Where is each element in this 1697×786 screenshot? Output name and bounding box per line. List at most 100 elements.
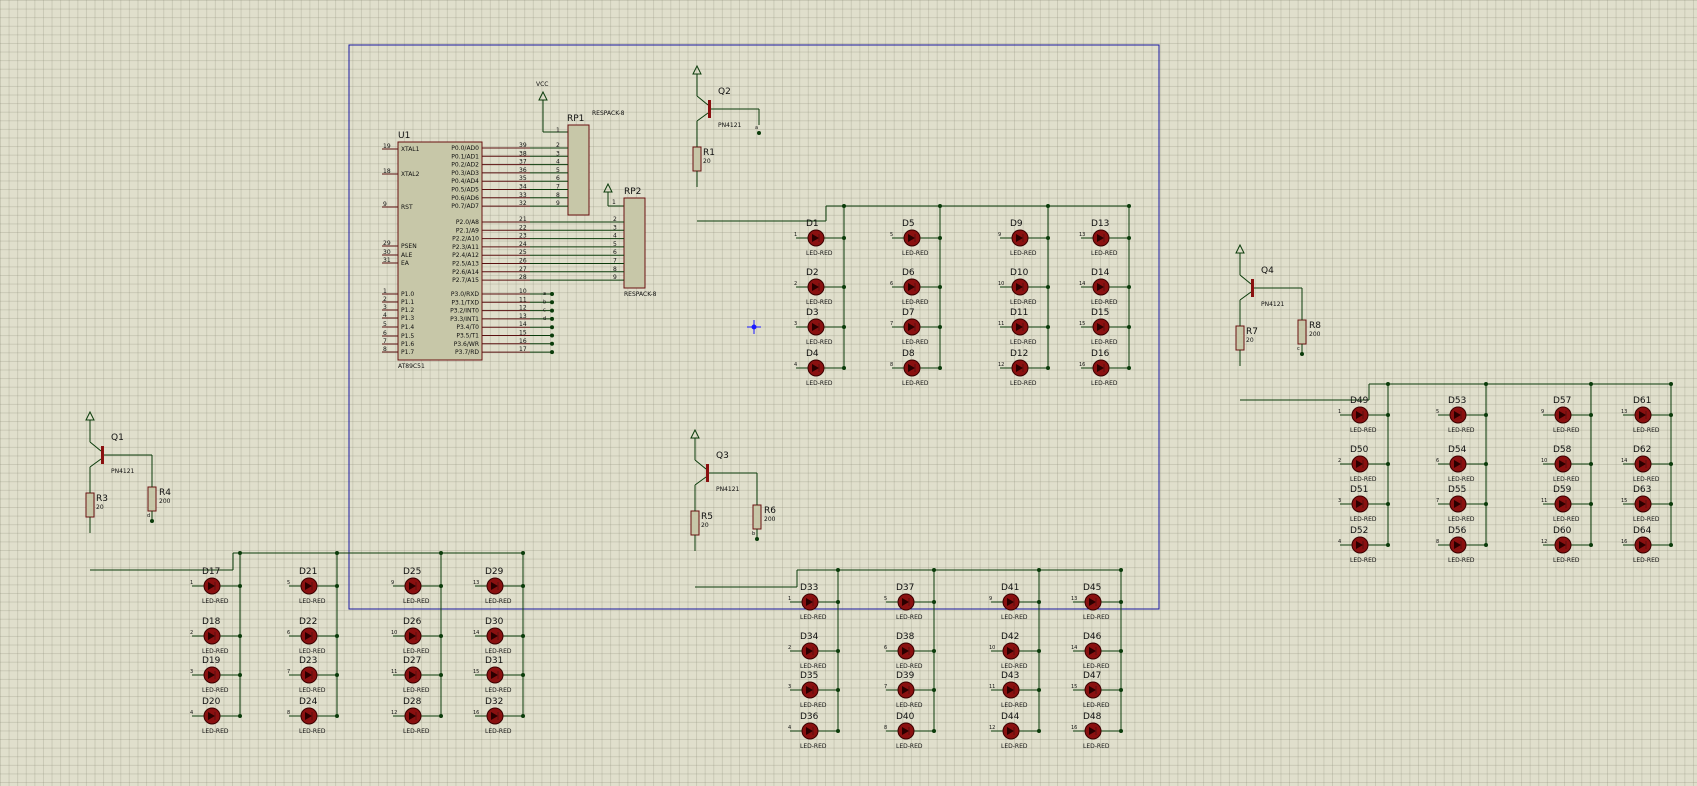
led-part: LED-RED	[1448, 427, 1475, 434]
led[interactable]: D43 LED-RED 11	[989, 671, 1041, 709]
led-part: LED-RED	[806, 339, 833, 346]
led[interactable]: D15 LED-RED 15	[1079, 308, 1131, 346]
led[interactable]: D58 LED-RED 10	[1541, 445, 1593, 483]
led[interactable]: D64 LED-RED 16	[1621, 526, 1673, 564]
led[interactable]: D39 LED-RED 7	[884, 671, 936, 709]
led[interactable]: D6 LED-RED 6	[890, 268, 942, 306]
led[interactable]: D63 LED-RED 15	[1621, 485, 1673, 523]
led[interactable]: D13 LED-RED 13	[1079, 219, 1131, 257]
led[interactable]: D19 LED-RED 3	[190, 656, 242, 694]
led[interactable]: D8 LED-RED 8	[890, 349, 942, 387]
led[interactable]: D14 LED-RED 14	[1079, 268, 1131, 306]
led[interactable]: D51 LED-RED 3	[1338, 485, 1390, 523]
led-pin-label: 16	[1621, 539, 1627, 545]
transistor-q2[interactable]: Q2 PN4121 R120 a	[692, 64, 761, 187]
led[interactable]: D42 LED-RED 10	[989, 632, 1041, 670]
led[interactable]: D41 LED-RED 9	[989, 583, 1041, 621]
led-pin-label: 4	[794, 362, 797, 368]
led[interactable]: D54 LED-RED 6	[1436, 445, 1488, 483]
led[interactable]: D52 LED-RED 4	[1338, 526, 1390, 564]
led[interactable]: D1 LED-RED 1	[794, 219, 846, 257]
led[interactable]: D7 LED-RED 7	[890, 308, 942, 346]
led-ref: D25	[403, 567, 421, 577]
led[interactable]: D35 LED-RED 3	[788, 671, 840, 709]
led[interactable]: D62 LED-RED 14	[1621, 445, 1673, 483]
rp1-part: RESPACK-8	[592, 110, 625, 117]
led[interactable]: D12 LED-RED 12	[998, 349, 1050, 387]
led[interactable]: D61 LED-RED 13	[1621, 396, 1673, 434]
led-part: LED-RED	[299, 687, 326, 694]
mcu-left-pin-num: 8	[383, 346, 387, 353]
mcu-right-pin-num: 32	[519, 200, 527, 207]
led-part: LED-RED	[1633, 427, 1660, 434]
collector-tag: a	[755, 125, 758, 131]
transistor-q1[interactable]: Q1 PN4121 R320 R4200 d	[85, 410, 171, 533]
led[interactable]: D44 LED-RED 12	[989, 712, 1041, 750]
led[interactable]: D11 LED-RED 11	[998, 308, 1050, 346]
led[interactable]: D21 LED-RED 5	[287, 567, 339, 605]
led[interactable]: D48 LED-RED 16	[1071, 712, 1123, 750]
led[interactable]: D45 LED-RED 13	[1071, 583, 1123, 621]
led[interactable]: D34 LED-RED 2	[788, 632, 840, 670]
respack-rp2[interactable]: RP2 RESPACK-8 1 23456789	[530, 182, 657, 298]
led-pin-label: 13	[1071, 596, 1077, 602]
transistor-q4[interactable]: Q4 PN4121 R720 R8200 c	[1235, 243, 1321, 366]
led[interactable]: D49 LED-RED 1	[1338, 396, 1390, 434]
led[interactable]: D9 LED-RED 9	[998, 219, 1050, 257]
led[interactable]: D5 LED-RED 5	[890, 219, 942, 257]
mcu-right-pin-name: P0.0/AD0	[451, 145, 479, 152]
led[interactable]: D27 LED-RED 11	[391, 656, 443, 694]
led[interactable]: D28 LED-RED 12	[391, 697, 443, 735]
led[interactable]: D26 LED-RED 10	[391, 617, 443, 655]
mcu-right-pin-num: 15	[519, 330, 527, 337]
led-part: LED-RED	[1010, 380, 1037, 387]
led[interactable]: D3 LED-RED 3	[794, 308, 846, 346]
led[interactable]: D32 LED-RED 16	[473, 697, 525, 735]
led[interactable]: D59 LED-RED 11	[1541, 485, 1593, 523]
led-pin-label: 14	[1079, 281, 1085, 287]
schematic-canvas[interactable]: U1 AT89C51 19 XTAL1 18 XTAL2 9 RST 29 PSEN 30 ALE…	[0, 0, 1697, 786]
led[interactable]: D10 LED-RED 10	[998, 268, 1050, 306]
led-part: LED-RED	[1091, 299, 1118, 306]
led[interactable]: D22 LED-RED 6	[287, 617, 339, 655]
led[interactable]: D56 LED-RED 8	[1436, 526, 1488, 564]
led[interactable]: D33 LED-RED 1	[788, 583, 840, 621]
mcu-right-pin-num: 14	[519, 321, 527, 328]
led[interactable]: D47 LED-RED 15	[1071, 671, 1123, 709]
led-pin-label: 3	[190, 669, 193, 675]
led[interactable]: D17 LED-RED 1	[190, 567, 242, 605]
led[interactable]: D50 LED-RED 2	[1338, 445, 1390, 483]
led[interactable]: D2 LED-RED 2	[794, 268, 846, 306]
led[interactable]: D55 LED-RED 7	[1436, 485, 1488, 523]
led[interactable]: D31 LED-RED 15	[473, 656, 525, 694]
led[interactable]: D46 LED-RED 14	[1071, 632, 1123, 670]
led-pin-label: 8	[884, 725, 887, 731]
led[interactable]: D4 LED-RED 4	[794, 349, 846, 387]
transistor-q3[interactable]: Q3 PN4121 R520 R6200 b	[690, 428, 776, 551]
led[interactable]: D29 LED-RED 13	[473, 567, 525, 605]
led[interactable]: D53 LED-RED 5	[1436, 396, 1488, 434]
led-ref: D54	[1448, 445, 1467, 455]
led[interactable]: D25 LED-RED 9	[391, 567, 443, 605]
led[interactable]: D20 LED-RED 4	[190, 697, 242, 735]
led[interactable]: D57 LED-RED 9	[1541, 396, 1593, 434]
led[interactable]: D36 LED-RED 4	[788, 712, 840, 750]
led-pin-label: 15	[1621, 498, 1627, 504]
led-ref: D36	[800, 712, 819, 722]
led[interactable]: D38 LED-RED 6	[884, 632, 936, 670]
mcu-u1[interactable]: U1 AT89C51 19 XTAL118 XTAL29 RST29 PSEN30 ALE…	[382, 131, 530, 370]
led[interactable]: D40 LED-RED 8	[884, 712, 936, 750]
schematic-svg[interactable]: U1 AT89C51 19 XTAL118 XTAL29 RST29 PSEN30 ALE…	[0, 0, 1697, 786]
rp2-part: RESPACK-8	[624, 291, 657, 298]
led-ref: D60	[1553, 526, 1572, 536]
led[interactable]: D37 LED-RED 5	[884, 583, 936, 621]
led[interactable]: D60 LED-RED 12	[1541, 526, 1593, 564]
led[interactable]: D24 LED-RED 8	[287, 697, 339, 735]
led[interactable]: D23 LED-RED 7	[287, 656, 339, 694]
led[interactable]: D30 LED-RED 14	[473, 617, 525, 655]
led[interactable]: D16 LED-RED 16	[1079, 349, 1131, 387]
mcu-right-pin-num: 26	[519, 258, 527, 265]
led-ref: D26	[403, 617, 422, 627]
respack-rp1[interactable]: RP1 RESPACK-8 1 23 456 789	[530, 110, 625, 216]
led[interactable]: D18 LED-RED 2	[190, 617, 242, 655]
